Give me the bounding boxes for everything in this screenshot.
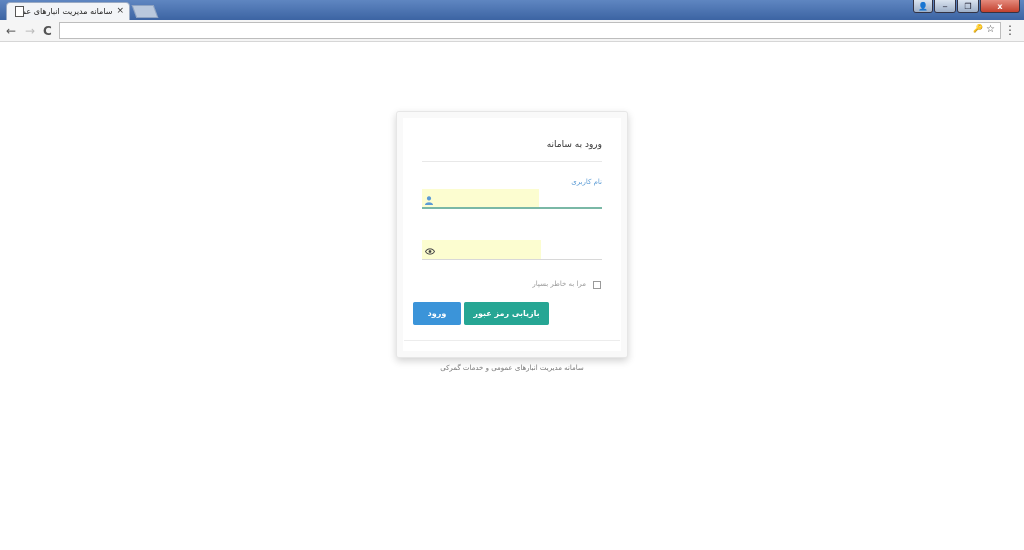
remember-me-label: مرا به خاطر بسپار — [532, 280, 586, 288]
tab-close-icon[interactable]: × — [116, 7, 124, 16]
bookmark-star-icon[interactable]: ☆ — [986, 24, 995, 35]
close-window-button[interactable]: x — [980, 0, 1020, 13]
browser-title-bar: سامانه مدیریت انبارهای عمومی × 👤 ‒ ❐ x — [0, 0, 1024, 20]
login-button[interactable]: ورود — [413, 302, 461, 325]
forward-arrow-icon[interactable]: → — [25, 24, 35, 38]
eye-icon[interactable] — [425, 248, 435, 255]
footer-text: سامانه مدیریت انبارهای عمومی و خدمات گمر… — [440, 364, 584, 372]
user-icon — [425, 196, 433, 205]
login-title: ورود به سامانه — [546, 140, 602, 150]
username-label: نام کاربری — [571, 178, 602, 186]
window-controls: 👤 ‒ ❐ x — [913, 0, 1020, 13]
remember-me-checkbox[interactable] — [593, 281, 601, 289]
back-arrow-icon[interactable]: ← — [6, 24, 16, 38]
new-tab-button[interactable] — [131, 5, 159, 18]
key-icon[interactable]: 🔑 — [973, 24, 983, 33]
profile-icon[interactable]: 👤 — [913, 0, 933, 13]
page-icon — [15, 6, 24, 17]
browser-menu-icon[interactable]: ⋮ — [1004, 23, 1016, 37]
reload-icon[interactable]: C — [43, 24, 52, 38]
title-divider — [422, 161, 602, 162]
recover-password-button[interactable]: بازیابی رمز عبور — [464, 302, 549, 325]
minimize-button[interactable]: ‒ — [934, 0, 956, 13]
browser-tab[interactable]: سامانه مدیریت انبارهای عمومی × — [6, 2, 130, 20]
password-input[interactable] — [422, 240, 602, 260]
address-bar[interactable] — [59, 22, 1001, 39]
card-footer-divider — [404, 340, 620, 341]
restore-button[interactable]: ❐ — [957, 0, 979, 13]
tab-title: سامانه مدیریت انبارهای عمومی — [24, 7, 113, 16]
username-input[interactable] — [422, 189, 602, 209]
